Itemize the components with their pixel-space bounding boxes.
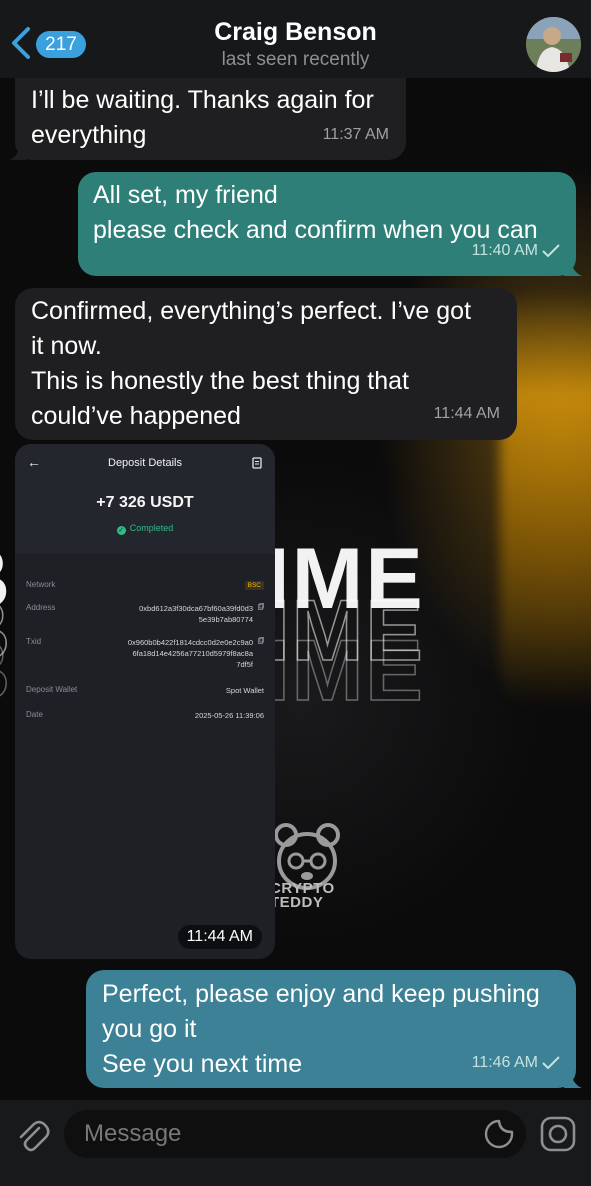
message-bubble-outgoing[interactable]: All set, my friend please check and conf… (78, 172, 582, 276)
message-time: 11:44 AM (177, 925, 262, 949)
document-icon (252, 457, 262, 469)
message-time-label: 11:40 AM (471, 242, 538, 259)
message-bubble-incoming[interactable]: I’ll be waiting. Thanks again for everyt… (9, 78, 406, 160)
person-icon (526, 17, 581, 72)
deposit-wallet-label: Deposit Wallet (26, 685, 78, 694)
paperclip-icon[interactable] (15, 1118, 51, 1154)
address-label: Address (26, 603, 56, 612)
bubble-tail-icon (564, 1070, 582, 1088)
wallpaper-logo-line: TEDDY (270, 894, 324, 911)
message-time: 11:37 AM (322, 126, 389, 143)
camera-icon[interactable] (539, 1115, 577, 1153)
message-input[interactable] (64, 1110, 526, 1158)
message-time: 11:46 AM (472, 1045, 560, 1080)
txid-value: 0x960b0b422f1814cdcc0d2e0e2c9a0 6fa18d14… (127, 638, 253, 669)
message-bubble-incoming[interactable]: Confirmed, everything’s perfect. I’ve go… (15, 288, 517, 440)
contact-status: last seen recently (221, 49, 370, 70)
chat-header: 217 Craig Benson last seen recently (0, 0, 591, 78)
checkmark-icon (542, 1056, 560, 1069)
check-circle-icon: ✓ (116, 526, 126, 535)
deposit-amount: +7 326 USDT (96, 494, 194, 511)
message-bubble-outgoing[interactable]: Perfect, please enjoy and keep pushing y… (86, 970, 582, 1088)
deposit-title: Deposit Details (108, 457, 182, 469)
date-label: Date (26, 710, 43, 719)
deposit-status-label: Completed (129, 523, 174, 533)
deposit-wallet-value: Spot Wallet (225, 686, 264, 695)
message-time-label: 11:46 AM (471, 1054, 538, 1071)
avatar[interactable] (526, 17, 581, 72)
wallpaper-logo-text: CRYPTO TEDDY (270, 881, 335, 911)
message-composer (0, 1100, 591, 1186)
network-label: Network (26, 580, 56, 589)
message-text: Confirmed, everything’s perfect. I’ve go… (31, 297, 472, 430)
checkmark-icon (542, 244, 560, 257)
message-time: 11:40 AM (472, 233, 560, 268)
txid-label: Txid (26, 637, 42, 646)
network-value: BSC (244, 581, 264, 590)
sticker-icon[interactable] (483, 1118, 515, 1150)
contact-name[interactable]: Craig Benson (0, 18, 591, 47)
address-value: 0xbd612a3f30dca67bf60a39fd0d3 5e39b7ab80… (139, 604, 253, 624)
bubble-tail-icon (564, 258, 582, 276)
copy-icon (258, 603, 264, 610)
deposit-status: ✓ Completed (15, 523, 275, 535)
copy-icon (258, 637, 264, 644)
deposit-screenshot-photo[interactable]: ← Deposit Details +7 326 USDT ✓ Completed… (15, 444, 275, 959)
date-value: 2025-05-26 11:39:06 (194, 711, 264, 720)
message-time: 11:44 AM (433, 405, 500, 422)
bubble-tail-icon (9, 142, 27, 160)
